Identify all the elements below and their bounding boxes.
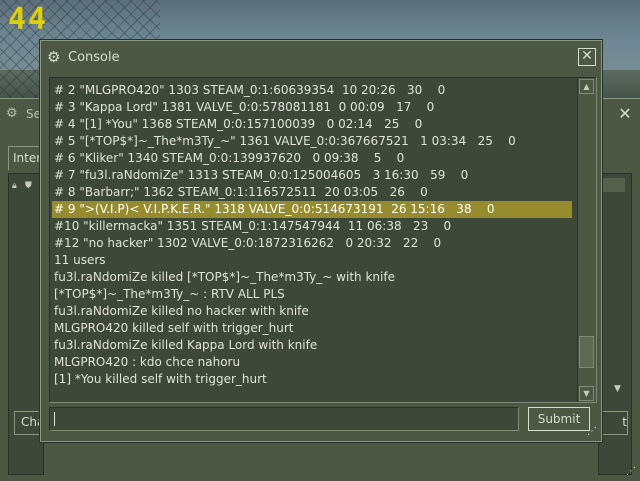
resize-grip-icon[interactable]: ⋰	[587, 426, 597, 437]
console-title: Console	[68, 50, 120, 65]
console-line: # 2 "MLGPRO420" 1303 STEAM_0:1:60639354 …	[54, 83, 446, 97]
console-line: # 6 "Kliker" 1340 STEAM_0:0:139937620 0 …	[54, 151, 405, 165]
scroll-down-icon[interactable]: ▼	[614, 384, 621, 394]
scroll-up-icon[interactable]: ▲	[579, 79, 594, 94]
console-window: ⚙ Console ✕ # 2 "MLGPRO420" 1303 STEAM_0…	[40, 40, 602, 442]
column-header[interactable]	[599, 178, 625, 192]
hud-counter: 44	[8, 2, 49, 37]
console-line: #12 "no hacker" 1302 VALVE_0:0:187231626…	[54, 236, 442, 250]
console-line: fu3l.raNdomiZe killed [*TOP$*]~_The*m3Ty…	[54, 270, 395, 284]
console-output[interactable]: # 2 "MLGPRO420" 1303 STEAM_0:1:60639354 …	[49, 77, 597, 403]
scroll-down-icon[interactable]: ▼	[579, 386, 594, 401]
lock-icon: 🔒︎	[12, 181, 17, 191]
steam-icon: ⚙	[6, 106, 18, 121]
console-line: fu3l.raNdomiZe killed no hacker with kni…	[54, 304, 309, 318]
console-line: 11 users	[54, 253, 106, 267]
submit-button[interactable]: Submit	[528, 407, 590, 431]
console-line: # 3 "Kappa Lord" 1381 VALVE_0:0:57808118…	[54, 100, 435, 114]
browser-title: Se	[26, 107, 41, 121]
console-line: MLGPRO420 killed self with trigger_hurt	[54, 321, 294, 335]
browser-close-icon[interactable]: ✕	[616, 105, 634, 123]
console-line: MLGPRO420 : kdo chce nahoru	[54, 355, 241, 369]
console-titlebar[interactable]: ⚙ Console ✕	[41, 41, 601, 75]
console-line: # 9 ">(V.I.P)< V.I.P.K.E.R." 1318 VALVE_…	[52, 201, 572, 218]
browser-tab[interactable]: Inter	[8, 146, 44, 170]
console-line: #10 "killermacka" 1351 STEAM_0:1:1475479…	[54, 219, 452, 233]
console-line: fu3l.raNdomiZe killed Kappa Lord with kn…	[54, 338, 318, 352]
console-line: [1] *You killed self with trigger_hurt	[54, 372, 267, 386]
console-line: [*TOP$*]~_The*m3Ty_~ : RTV ALL PLS	[54, 287, 285, 301]
shield-icon: ⛊	[25, 181, 32, 191]
resize-grip-icon[interactable]: ⋰	[626, 466, 636, 477]
command-input[interactable]	[49, 407, 519, 431]
scrollbar[interactable]: ▲ ▼	[577, 78, 596, 402]
console-lines: # 2 "MLGPRO420" 1303 STEAM_0:1:60639354 …	[52, 82, 572, 388]
console-line: # 5 "[*TOP$*]~_The*m3Ty_~" 1361 VALVE_0:…	[54, 134, 516, 148]
scroll-thumb[interactable]	[579, 336, 594, 368]
console-line: # 7 "fu3l.raNdomiZe" 1313 STEAM_0:0:1250…	[54, 168, 469, 182]
close-button[interactable]: ✕	[578, 48, 596, 66]
steam-icon: ⚙	[47, 48, 61, 66]
console-line: # 4 "[1] *You" 1368 STEAM_0:0:157100039 …	[54, 117, 423, 131]
text-caret	[54, 412, 55, 426]
console-line: # 8 "Barbarr;" 1362 STEAM_0:1:116572511 …	[54, 185, 428, 199]
